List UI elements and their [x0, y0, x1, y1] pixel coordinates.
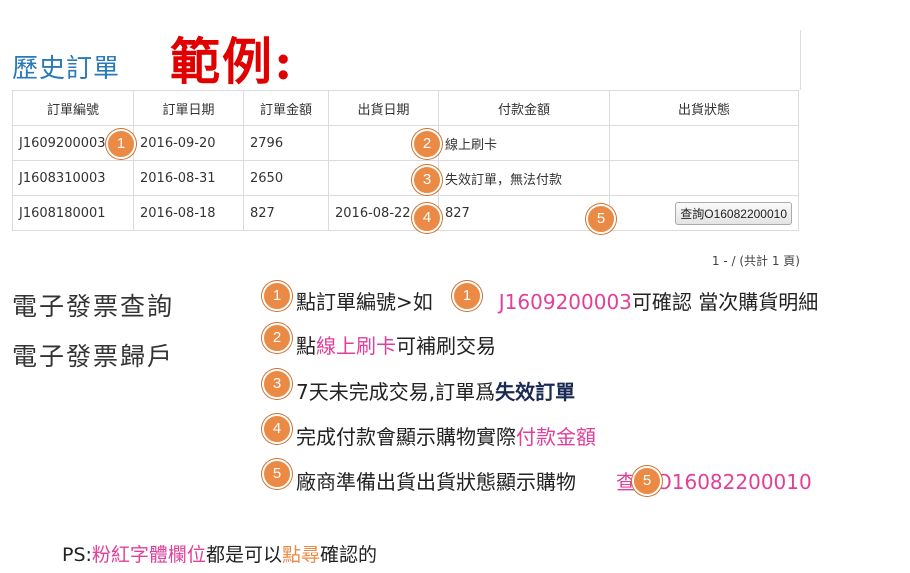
- amount-cell: 827: [243, 195, 329, 231]
- expired-order-highlight: 失效訂單: [495, 380, 576, 404]
- amount-cell: 2796: [243, 125, 329, 161]
- step-marker-2: 2: [412, 129, 442, 159]
- ship-status-cell: [609, 160, 799, 196]
- instruction-line-3: 7天未完成交易,訂單爲失效訂單: [296, 376, 575, 405]
- instruction-marker-5b: 5: [632, 466, 662, 496]
- order-no-highlight: J1609200003: [498, 290, 632, 314]
- table-header-row: 訂單編號 訂單日期 訂單金額 出貨日期 付款金額 出貨狀態: [12, 90, 799, 126]
- instruction-marker-1b: 1: [452, 281, 482, 311]
- payment-amount-cell: 827: [438, 195, 610, 231]
- online-payment-link[interactable]: 線上刷卡: [438, 125, 610, 161]
- payment-status-cell: 失效訂單，無法付款: [438, 160, 610, 196]
- ps-prefix: PS:: [62, 544, 92, 566]
- ship-status-cell: [609, 125, 799, 161]
- pagination-info: 1 - / (共計 1 頁): [711, 254, 800, 268]
- payment-highlight: 線上刷卡: [316, 334, 396, 358]
- payment-amount-highlight: 付款金額: [516, 425, 596, 449]
- table-row: J1608180001 2016-08-18 827 2016-08-22 82…: [12, 195, 799, 231]
- shipment-query-button[interactable]: 查詢O16082200010: [675, 201, 792, 225]
- instruction-marker-5: 5: [262, 459, 292, 489]
- instruction-marker-4: 4: [262, 414, 292, 444]
- example-label: 範例:: [170, 32, 295, 91]
- instruction-text: 廠商準備出貨出貨狀態顯示購物: [296, 470, 576, 494]
- column-header-ship-status: 出貨狀態: [609, 90, 799, 126]
- note-text: 都是可以: [205, 544, 282, 566]
- instruction-text: 點: [296, 334, 316, 358]
- footer-note: PS:粉紅字體欄位都是可以點尋確認的: [62, 540, 377, 567]
- divider: [800, 30, 801, 90]
- step-marker-4: 4: [412, 203, 442, 233]
- einvoice-register-link[interactable]: 電子發票歸戶: [12, 337, 174, 373]
- instruction-text: 可確認 當次購貨明細: [631, 290, 819, 314]
- step-marker-3: 3: [412, 165, 442, 195]
- step-marker-5: 5: [586, 204, 616, 234]
- order-date-cell: 2016-08-31: [133, 160, 244, 196]
- click-text: 點尋: [281, 544, 320, 566]
- pink-fields-text: 粉紅字體欄位: [91, 544, 206, 566]
- instruction-text: 點訂單編號>如: [296, 290, 433, 314]
- page-title: 歷史訂單: [12, 54, 121, 84]
- column-header-order-date: 訂單日期: [133, 90, 244, 126]
- instruction-text: 7天未完成交易,訂單爲: [296, 380, 496, 404]
- ship-status-cell: 查詢O16082200010: [609, 195, 799, 231]
- note-text-end: 確認的: [319, 544, 377, 566]
- instruction-marker-1: 1: [262, 281, 292, 311]
- einvoice-query-link[interactable]: 電子發票查詢: [12, 287, 174, 323]
- order-date-cell: 2016-08-18: [133, 195, 244, 231]
- instruction-line-1: 點訂單編號>如 J1609200003可確認 當次購貨明細: [296, 286, 818, 315]
- step-marker-1: 1: [106, 129, 136, 159]
- instruction-text: 完成付款會顯示購物實際: [296, 425, 516, 449]
- instruction-marker-2: 2: [262, 323, 292, 353]
- instruction-line-2: 點線上刷卡可補刷交易: [296, 330, 496, 359]
- order-history-table: 訂單編號 訂單日期 訂單金額 出貨日期 付款金額 出貨狀態 J160920000…: [12, 90, 799, 231]
- order-no-link[interactable]: J1608310003: [12, 160, 134, 196]
- column-header-ship-date: 出貨日期: [328, 90, 439, 126]
- amount-cell: 2650: [243, 160, 329, 196]
- column-header-payment: 付款金額: [438, 90, 610, 126]
- instruction-text: 可補刷交易: [396, 334, 496, 358]
- order-no-link[interactable]: J1608180001: [12, 195, 134, 231]
- table-row: J1608310003 2016-08-31 2650 失效訂單，無法付款: [12, 160, 799, 196]
- order-date-cell: 2016-09-20: [133, 125, 244, 161]
- instruction-line-4: 完成付款會顯示購物實際付款金額: [296, 421, 596, 450]
- column-header-order-no: 訂單編號: [12, 90, 134, 126]
- column-header-amount: 訂單金額: [243, 90, 329, 126]
- instruction-line-5: 廠商準備出貨出貨狀態顯示購物 查詢O16082200010: [296, 466, 812, 495]
- instruction-marker-3: 3: [262, 369, 292, 399]
